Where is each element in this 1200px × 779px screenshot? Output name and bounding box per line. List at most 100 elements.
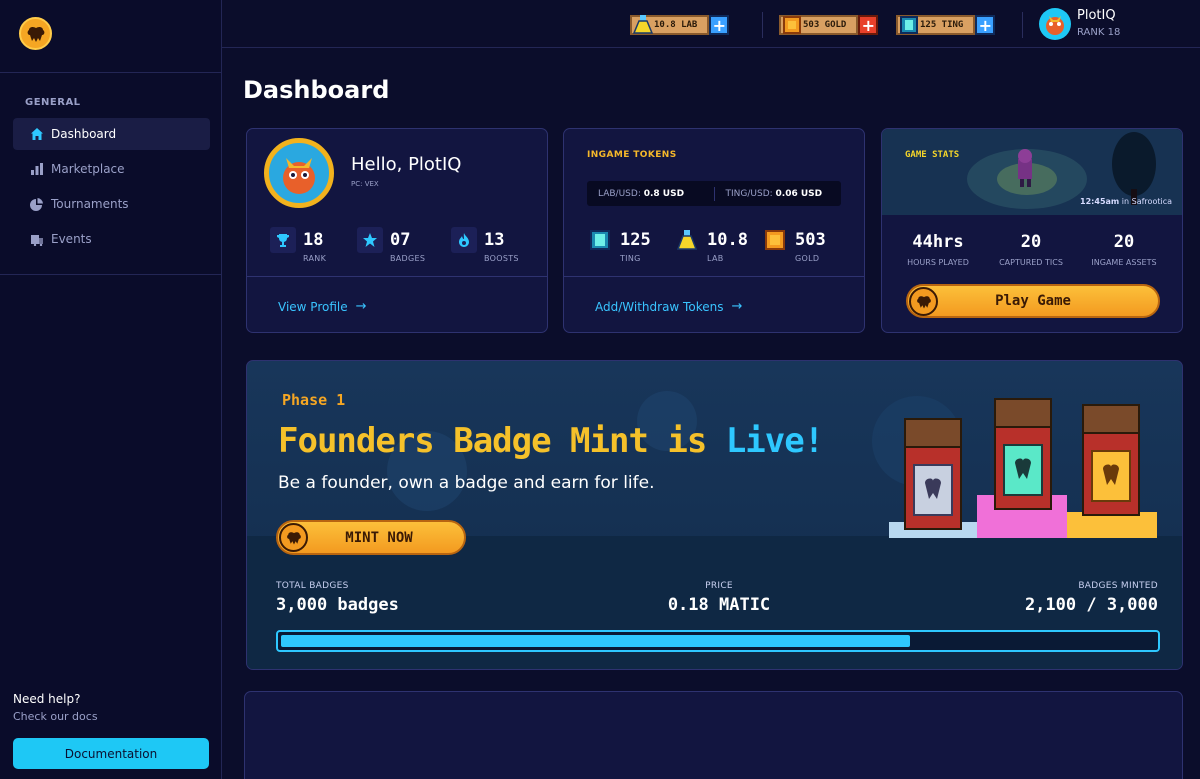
home-icon [30, 127, 44, 141]
stat-value: 0.18 MATIC [667, 595, 771, 615]
sidebar-item-dashboard[interactable]: Dashboard [13, 118, 210, 150]
stat-value: 10.8 [707, 230, 748, 250]
view-profile-link[interactable]: View Profile → [278, 299, 367, 314]
stat-label: PRICE [705, 581, 733, 591]
add-lab-button[interactable]: + [709, 15, 730, 35]
stat-label: BOOSTS [484, 254, 519, 263]
game-stats-card: GAME STATS 12:45am in Safrootica 44hrs H… [881, 128, 1183, 333]
stat-label: INGAME ASSETS [1091, 258, 1157, 267]
banner-subtitle: Be a founder, own a badge and earn for l… [278, 473, 655, 493]
potion-icon [630, 12, 656, 38]
logo-icon [279, 523, 308, 552]
card-divider [564, 276, 864, 277]
mint-progress-fill [281, 635, 911, 647]
gem-icon [587, 227, 613, 253]
mint-progress-bar [276, 630, 1160, 652]
ingame-tokens-card: INGAME TOKENS LAB/USD: 0.8 USD TING/USD:… [563, 128, 865, 333]
user-rank: RANK 18 [1077, 27, 1121, 38]
player-class: PC: VEX [351, 180, 379, 188]
stat-label: BADGES [390, 254, 426, 263]
sidebar-item-label: Events [51, 232, 92, 246]
topbar-separator [762, 12, 763, 38]
stat-label: LAB [707, 254, 724, 263]
card-title: GAME STATS [905, 150, 960, 160]
sidebar-item-label: Tournaments [51, 197, 129, 211]
badge-chests-illustration [889, 398, 1157, 538]
documentation-button[interactable]: Documentation [13, 738, 209, 769]
help-title: Need help? [13, 692, 81, 706]
game-time: 12:45am in Safrootica [1080, 197, 1172, 206]
sidebar-item-label: Dashboard [51, 127, 117, 141]
add-gold-button[interactable]: + [858, 15, 879, 35]
logo-icon[interactable] [19, 17, 52, 50]
stat-value: 20 [1113, 232, 1135, 252]
stat-value: 20 [1020, 232, 1042, 252]
ting-token-pill[interactable]: 125 TING + [896, 12, 996, 38]
potion-icon [674, 227, 700, 253]
founders-badge-banner: Phase 1 Founders Badge Mint is Live! Be … [246, 360, 1183, 670]
link-label: Add/Withdraw Tokens [595, 299, 724, 314]
stat-value: 2,100 / 3,000 [1024, 595, 1158, 615]
stat-label: RANK [303, 254, 327, 263]
sidebar-divider [0, 72, 222, 73]
page-title: Dashboard [243, 76, 390, 104]
sidebar-item-events[interactable]: Events [13, 223, 210, 255]
pie-chart-icon [30, 197, 44, 211]
lab-token-pill[interactable]: 10.8 LAB + [630, 12, 730, 38]
star-icon [357, 227, 383, 253]
logo-icon [909, 287, 938, 316]
ingame-assets-stat: 20 INGAME ASSETS [1074, 232, 1174, 267]
exchange-rate-bar: LAB/USD: 0.8 USD TING/USD: 0.06 USD [587, 181, 841, 206]
stat-value: 503 [795, 230, 826, 250]
arrow-right-icon: → [355, 299, 367, 314]
stat-value: 44hrs [912, 232, 964, 252]
stat-label: GOLD [795, 254, 820, 263]
add-withdraw-tokens-link[interactable]: Add/Withdraw Tokens → [595, 299, 742, 314]
card-title: INGAME TOKENS [587, 150, 677, 160]
bar-chart-icon [30, 162, 44, 176]
stat-value: 18 [303, 230, 324, 250]
profile-card: Hello, PlotIQ PC: VEX 18 RANK 07 BADGES … [246, 128, 548, 333]
stat-label: TING [620, 254, 641, 263]
mint-now-button[interactable]: MINT NOW [276, 520, 466, 555]
button-label: Play Game [995, 293, 1071, 309]
phase-label: Phase 1 [282, 391, 346, 409]
gold-token-pill[interactable]: 503 GOLD + [779, 12, 879, 38]
play-game-button[interactable]: Play Game [906, 284, 1160, 318]
section-title: GENERAL [25, 97, 81, 108]
sidebar-item-marketplace[interactable]: Marketplace [13, 153, 210, 185]
card-divider [247, 276, 547, 277]
avatar[interactable] [1039, 8, 1071, 40]
stat-label: TOTAL BADGES [276, 581, 349, 591]
sidebar: GENERAL Dashboard Marketplace Tournament… [0, 0, 222, 779]
stat-value: 125 [620, 230, 651, 250]
help-link[interactable]: Check our docs [13, 710, 98, 723]
flame-icon [451, 227, 477, 253]
ting-usd-rate: TING/USD: 0.06 USD [725, 188, 823, 199]
banner-title: Founders Badge Mint is Live! [278, 421, 824, 461]
stat-label: HOURS PLAYED [907, 258, 969, 267]
hours-played-stat: 44hrs HOURS PLAYED [888, 232, 988, 267]
topbar-separator [1022, 12, 1023, 38]
arrow-right-icon: → [731, 299, 743, 314]
gold-coin-icon [762, 227, 788, 253]
add-ting-button[interactable]: + [975, 15, 996, 35]
profile-avatar[interactable] [264, 138, 334, 208]
event-icon [30, 232, 44, 246]
link-label: View Profile [278, 299, 348, 314]
stat-value: 07 [390, 230, 411, 250]
stat-value: 13 [484, 230, 505, 250]
greeting: Hello, PlotIQ [351, 154, 462, 175]
sidebar-item-label: Marketplace [51, 162, 125, 176]
topbar: 10.8 LAB + 503 GOLD + 125 TING + PlotIQ … [222, 0, 1200, 48]
button-label: MINT NOW [345, 529, 413, 546]
gold-coin-icon [779, 12, 805, 38]
price-stat: PRICE 0.18 MATIC [654, 581, 784, 615]
sidebar-item-tournaments[interactable]: Tournaments [13, 188, 210, 220]
gem-icon [896, 12, 922, 38]
stat-label: BADGES MINTED [1078, 581, 1158, 591]
trophy-icon [270, 227, 296, 253]
user-name[interactable]: PlotIQ [1077, 8, 1116, 23]
lab-usd-rate: LAB/USD: 0.8 USD [598, 188, 685, 199]
badges-minted-stat: BADGES MINTED 2,100 / 3,000 [1025, 581, 1158, 615]
